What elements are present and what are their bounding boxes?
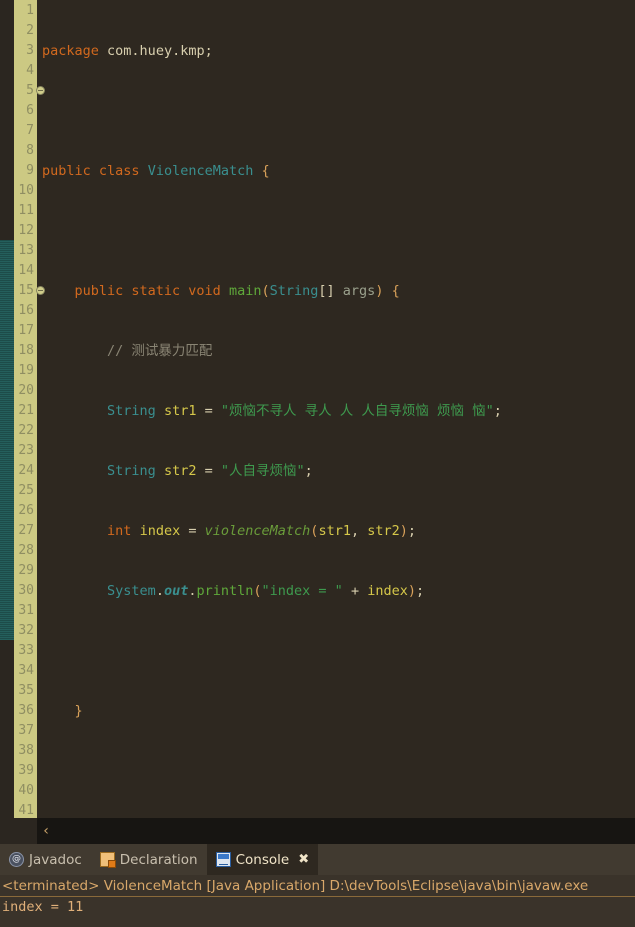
tab-label: Console <box>235 851 290 868</box>
line-number: 9 <box>26 163 34 178</box>
javadoc-at-icon: @ <box>9 852 24 867</box>
line-number: 12 <box>18 223 34 238</box>
code-line: public static void main(String[] args) { <box>74 283 400 299</box>
scroll-left-arrow-icon[interactable]: ‹ <box>37 824 55 838</box>
line-number: 38 <box>18 743 34 758</box>
console-output-text[interactable]: index = 11 <box>0 897 635 915</box>
annotation-marker-column[interactable] <box>0 0 14 818</box>
code-line: package com.huey.kmp; <box>42 43 213 59</box>
line-number: 23 <box>18 443 34 458</box>
line-number: 20 <box>18 383 34 398</box>
line-number: 3 <box>26 43 34 58</box>
tab-javadoc[interactable]: @ Javadoc <box>0 844 91 875</box>
code-line: System.out.println("index = " + index); <box>107 583 425 599</box>
line-number: 29 <box>18 563 34 578</box>
line-number: 2 <box>26 23 34 38</box>
line-number: 28 <box>18 543 34 558</box>
line-number: 8 <box>26 143 34 158</box>
code-line: int index = violenceMatch(str1, str2); <box>107 523 417 539</box>
declaration-page-icon <box>99 852 116 868</box>
console-monitor-icon <box>215 852 231 867</box>
line-number: 39 <box>18 763 34 778</box>
line-number: 13 <box>18 243 34 258</box>
tab-label: Declaration <box>119 851 198 868</box>
line-number: 18 <box>18 343 34 358</box>
changed-lines-marker <box>0 240 14 640</box>
code-line: String str2 = "人自寻烦恼"; <box>107 463 313 479</box>
line-number: 17 <box>18 323 34 338</box>
line-number: 4 <box>26 63 34 78</box>
panel-tab-bar: @ Javadoc Declaration Console ✖ <box>0 844 635 875</box>
line-number: 11 <box>18 203 34 218</box>
line-number: 36 <box>18 703 34 718</box>
tab-label: Javadoc <box>29 851 82 868</box>
tab-console[interactable]: Console ✖ <box>206 844 319 875</box>
line-number: 27 <box>18 523 34 538</box>
close-icon[interactable]: ✖ <box>298 852 309 867</box>
code-line: public class ViolenceMatch { <box>42 163 270 179</box>
line-number: 19 <box>18 363 34 378</box>
line-number: 26 <box>18 503 34 518</box>
line-number: 21 <box>18 403 34 418</box>
line-number: 31 <box>18 603 34 618</box>
tab-declaration[interactable]: Declaration <box>91 844 207 875</box>
horizontal-scrollbar[interactable]: ‹ <box>37 818 635 844</box>
line-number: 35 <box>18 683 34 698</box>
line-number: 10 <box>18 183 34 198</box>
line-number: 33 <box>18 643 34 658</box>
line-number: 40 <box>18 783 34 798</box>
line-number: 37 <box>18 723 34 738</box>
code-text-area[interactable]: package com.huey.kmp; public class Viole… <box>37 0 635 801</box>
line-number: 34 <box>18 663 34 678</box>
code-line: } <box>74 703 83 719</box>
line-number: 7 <box>26 123 34 138</box>
console-launch-status: <terminated> ViolenceMatch [Java Applica… <box>0 875 635 897</box>
line-number: 14 <box>18 263 34 278</box>
code-editor[interactable]: 1 2 3 4 5 6 7 8 9 10 11 12 13 14 15 16 1… <box>0 0 635 818</box>
bottom-panel: @ Javadoc Declaration Console ✖ <termina… <box>0 844 635 927</box>
line-number: 6 <box>26 103 34 118</box>
line-number: 1 <box>26 3 34 18</box>
code-line: String str1 = "烦恼不寻人 寻人 人 人自寻烦恼 烦恼 恼"; <box>107 403 502 419</box>
scrollbar-gutter-pad <box>0 818 37 844</box>
line-number-gutter: 1 2 3 4 5 6 7 8 9 10 11 12 13 14 15 16 1… <box>14 0 45 818</box>
line-number: 15 <box>14 281 45 301</box>
line-number: 5 <box>14 81 45 101</box>
line-number: 25 <box>18 483 34 498</box>
line-number: 41 <box>18 803 34 818</box>
code-line: // 测试暴力匹配 <box>107 343 213 359</box>
line-number: 30 <box>18 583 34 598</box>
line-number: 16 <box>18 303 34 318</box>
line-number: 24 <box>18 463 34 478</box>
line-number: 32 <box>18 623 34 638</box>
line-number: 22 <box>18 423 34 438</box>
